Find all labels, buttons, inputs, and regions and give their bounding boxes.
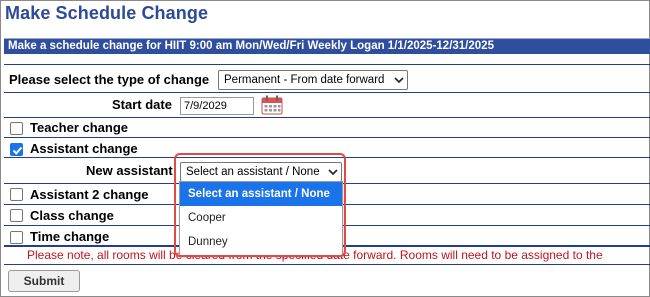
calendar-icon[interactable] bbox=[261, 95, 283, 115]
teacher-change-label: Teacher change bbox=[30, 120, 129, 135]
time-change-checkbox[interactable] bbox=[10, 231, 23, 244]
assistant-change-checkbox[interactable] bbox=[10, 143, 23, 156]
submit-button[interactable]: Submit bbox=[8, 270, 80, 292]
divider bbox=[4, 92, 650, 93]
schedule-banner: Make a schedule change for HIIT 9:00 am … bbox=[4, 38, 650, 54]
assistant-change-label: Assistant change bbox=[30, 141, 138, 156]
assistant2-change-label: Assistant 2 change bbox=[30, 187, 149, 202]
time-change-label: Time change bbox=[30, 229, 110, 244]
divider bbox=[4, 264, 650, 265]
change-type-value: Permanent - From date forward bbox=[224, 74, 385, 86]
divider bbox=[4, 137, 650, 138]
divider bbox=[4, 64, 650, 65]
start-date-input[interactable]: 7/9/2029 bbox=[180, 97, 254, 115]
start-date-label: Start date bbox=[112, 97, 172, 112]
class-change-label: Class change bbox=[30, 208, 114, 223]
new-assistant-label: New assistant bbox=[86, 163, 173, 178]
chevron-down-icon bbox=[394, 71, 404, 84]
checkmark-icon bbox=[12, 146, 23, 155]
callout-highlight bbox=[174, 153, 346, 257]
teacher-change-checkbox[interactable] bbox=[10, 122, 23, 135]
change-type-select[interactable]: Permanent - From date forward bbox=[218, 70, 408, 90]
change-type-label: Please select the type of change bbox=[9, 72, 210, 87]
page-title: Make Schedule Change bbox=[5, 3, 209, 23]
divider bbox=[4, 117, 650, 118]
assistant2-change-checkbox[interactable] bbox=[10, 188, 23, 201]
class-change-checkbox[interactable] bbox=[10, 209, 23, 222]
